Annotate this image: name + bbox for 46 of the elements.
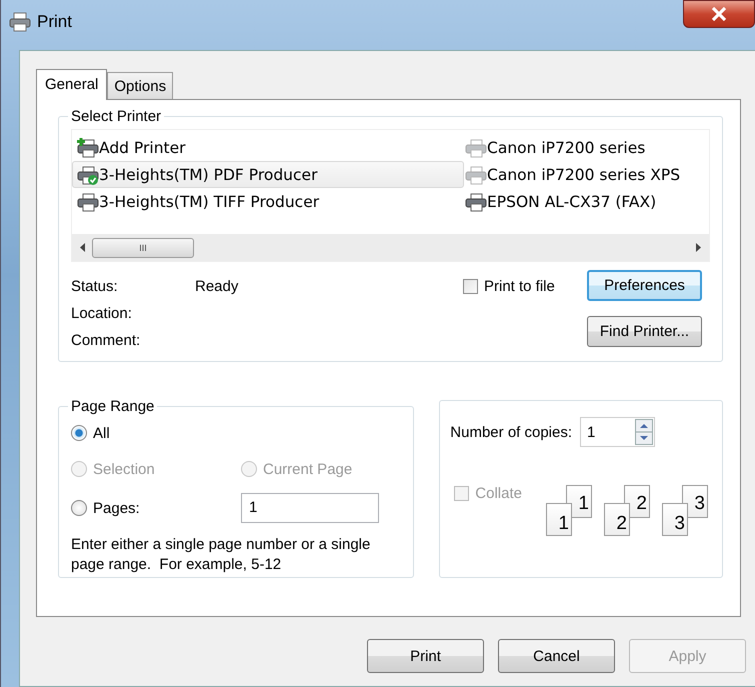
window-title: Print <box>37 12 72 32</box>
hint-text: Enter either a single page number or a single page range. For example, 5-12 <box>71 535 372 575</box>
printer-item[interactable]: EPSON AL-CX37 (FAX) <box>464 188 709 215</box>
copies-label: Number of copies: <box>450 424 572 440</box>
scroll-right-icon <box>695 243 701 252</box>
page-sheet: 1 <box>546 503 572 536</box>
scroll-thumb[interactable]: III <box>92 238 194 258</box>
tab[interactable]: Options <box>107 72 174 99</box>
info-label: Status: <box>71 278 119 295</box>
group-title: Page Range <box>70 398 156 415</box>
info-value: Ready <box>195 278 238 295</box>
radio-label: Pages: <box>93 500 140 516</box>
printer-icon <box>9 12 31 32</box>
printer-item[interactable]: Canon iP7200 series XPS <box>464 161 709 188</box>
group-title: Select Printer <box>70 108 162 125</box>
tab[interactable]: General <box>36 69 108 100</box>
dialog-button[interactable]: Find Printer... <box>587 316 702 347</box>
dialog-button[interactable]: Preferences <box>587 270 702 301</box>
printer-item[interactable]: 3-Heights(TM) TIFF Producer <box>72 188 464 215</box>
scroll-left-icon <box>80 243 86 252</box>
checkbox-label: Print to file <box>484 278 555 295</box>
radio-label: Selection <box>93 460 155 478</box>
dialog-button[interactable]: Cancel <box>498 639 615 673</box>
info-label: Location: <box>71 305 133 322</box>
printer-item[interactable]: Canon iP7200 series <box>464 134 709 161</box>
spin-arrows-icon <box>635 419 654 445</box>
close-button[interactable] <box>683 0 755 28</box>
printer-item[interactable]: 3-Heights(TM) PDF Producer <box>72 161 464 188</box>
page-sheet: 1 <box>566 485 592 518</box>
radio-button[interactable] <box>71 425 87 441</box>
horizontal-scrollbar[interactable]: III <box>72 234 709 261</box>
checkbox[interactable] <box>463 279 478 294</box>
copies-spinner[interactable]: 1 <box>580 417 656 447</box>
pages-field[interactable]: 1 <box>241 493 379 523</box>
info-label: Comment: <box>71 332 142 349</box>
close-icon <box>711 7 727 21</box>
radio-label: All <box>93 424 110 442</box>
dialog-button[interactable]: Print <box>367 639 484 673</box>
radio-label: Current Page <box>263 460 352 478</box>
printer-item[interactable]: Add Printer <box>72 134 464 161</box>
checkbox-label: Collate <box>475 485 522 502</box>
page-sheet: 2 <box>624 485 650 518</box>
page-sheet: 3 <box>682 485 708 518</box>
page-sheet: 2 <box>604 503 630 536</box>
radio-button[interactable] <box>71 500 87 516</box>
page-sheet: 3 <box>662 503 688 536</box>
